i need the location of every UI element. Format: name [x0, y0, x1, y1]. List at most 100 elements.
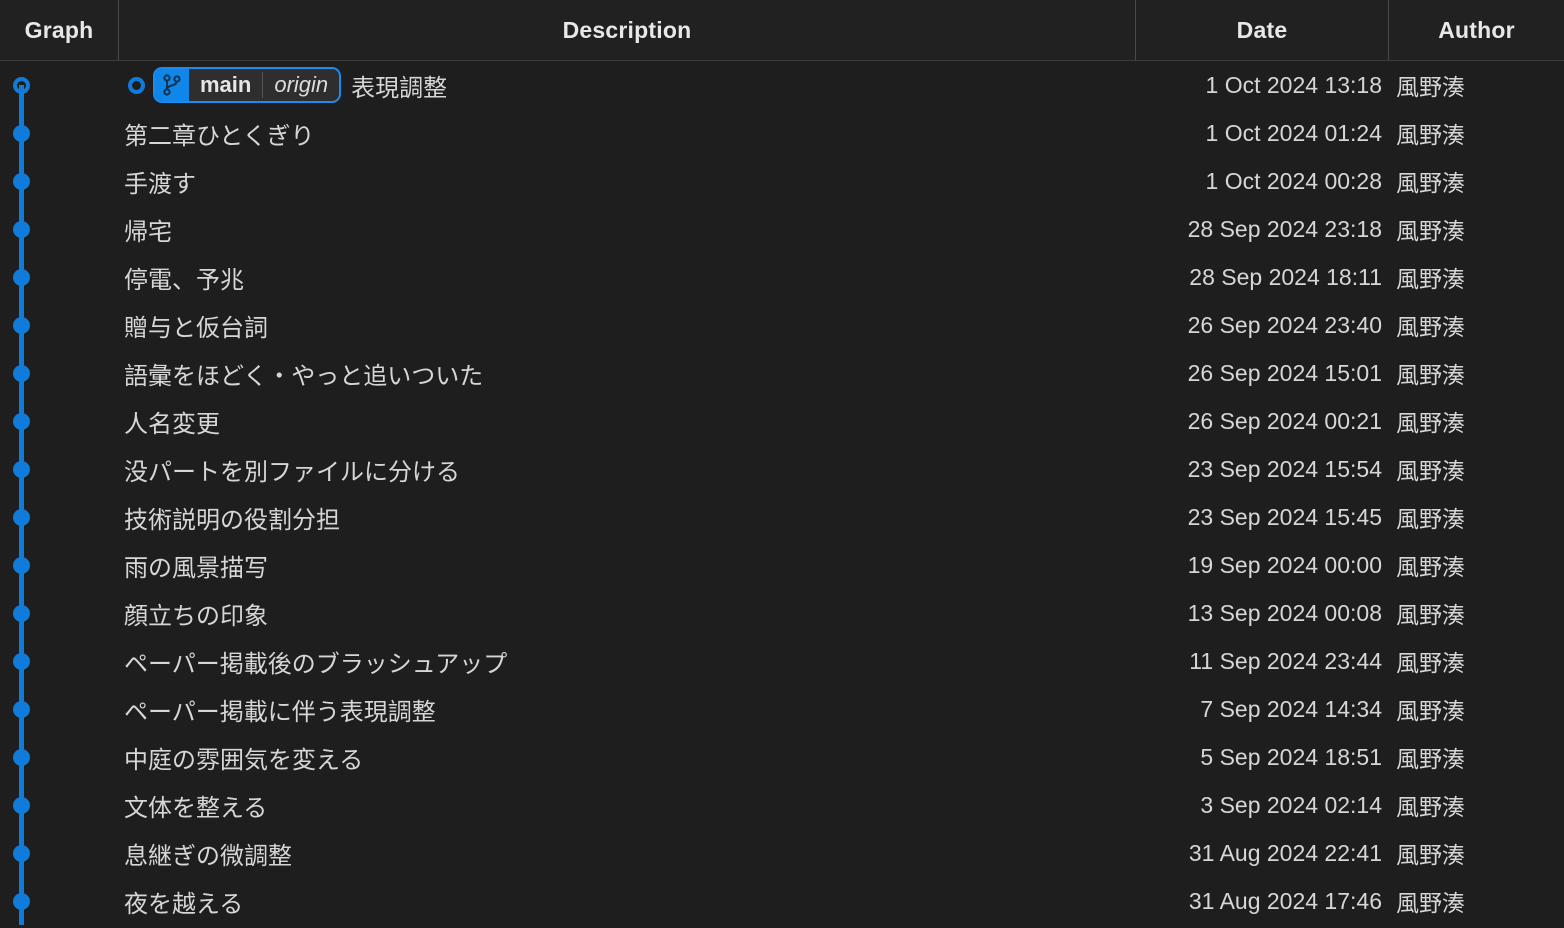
- author-cell: 風野湊: [1396, 445, 1564, 493]
- remote-name-label: origin: [274, 72, 329, 97]
- graph-node[interactable]: [13, 509, 30, 526]
- table-row[interactable]: 手渡す 1 Oct 2024 00:28 風野湊: [0, 157, 1564, 205]
- table-row[interactable]: 夜を越える 31 Aug 2024 17:46 風野湊: [0, 877, 1564, 925]
- column-header-author[interactable]: Author: [1389, 0, 1564, 60]
- description-cell[interactable]: 停電、予兆: [118, 253, 1135, 301]
- graph-node[interactable]: [13, 461, 30, 478]
- commit-date: 26 Sep 2024 15:01: [1187, 359, 1382, 386]
- column-header-description[interactable]: Description: [119, 0, 1135, 60]
- commit-author: 風野湊: [1396, 74, 1465, 100]
- table-row[interactable]: 息継ぎの微調整 31 Aug 2024 22:41 風野湊: [0, 829, 1564, 877]
- commit-date: 28 Sep 2024 18:11: [1189, 263, 1382, 290]
- commit-date: 31 Aug 2024 22:41: [1188, 839, 1382, 866]
- commit-date: 26 Sep 2024 23:40: [1187, 311, 1382, 338]
- description-cell[interactable]: 顔立ちの印象: [118, 589, 1135, 637]
- commit-author: 風野湊: [1396, 410, 1465, 436]
- graph-node[interactable]: [13, 317, 30, 334]
- commit-author: 風野湊: [1396, 650, 1465, 676]
- table-row[interactable]: 文体を整える 3 Sep 2024 02:14 風野湊: [0, 781, 1564, 829]
- table-row[interactable]: 没パートを別ファイルに分ける 23 Sep 2024 15:54 風野湊: [0, 445, 1564, 493]
- commit-message: 技術説明の役割分担: [124, 506, 340, 534]
- graph-cell: [0, 109, 118, 157]
- graph-node[interactable]: [13, 845, 30, 862]
- description-cell[interactable]: ペーパー掲載後のブラッシュアップ: [118, 637, 1135, 685]
- description-cell[interactable]: 第二章ひとくぎり: [118, 109, 1135, 157]
- table-row[interactable]: 顔立ちの印象 13 Sep 2024 00:08 風野湊: [0, 589, 1564, 637]
- graph-node[interactable]: [13, 653, 30, 670]
- description-cell[interactable]: 人名変更: [118, 397, 1135, 445]
- description-cell[interactable]: 没パートを別ファイルに分ける: [118, 445, 1135, 493]
- graph-node[interactable]: [13, 605, 30, 622]
- commit-date: 13 Sep 2024 00:08: [1187, 599, 1382, 626]
- graph-node[interactable]: [13, 269, 30, 286]
- commit-author: 風野湊: [1396, 122, 1465, 148]
- table-row[interactable]: main origin 表現調整 1 Oct 2024 13:18 風野湊: [0, 61, 1564, 109]
- description-cell[interactable]: 文体を整える: [118, 781, 1135, 829]
- graph-cell: [0, 781, 118, 829]
- table-row[interactable]: 雨の風景描写 19 Sep 2024 00:00 風野湊: [0, 541, 1564, 589]
- table-row[interactable]: 中庭の雰囲気を変える 5 Sep 2024 18:51 風野湊: [0, 733, 1564, 781]
- branch-ref-badge[interactable]: main origin: [153, 67, 342, 103]
- commit-message: 夜を越える: [124, 890, 244, 918]
- description-cell[interactable]: 中庭の雰囲気を変える: [118, 733, 1135, 781]
- table-row[interactable]: 帰宅 28 Sep 2024 23:18 風野湊: [0, 205, 1564, 253]
- date-cell: 31 Aug 2024 17:46: [1136, 877, 1382, 925]
- commit-author: 風野湊: [1396, 362, 1465, 388]
- table-row[interactable]: ペーパー掲載後のブラッシュアップ 11 Sep 2024 23:44 風野湊: [0, 637, 1564, 685]
- table-row[interactable]: 停電、予兆 28 Sep 2024 18:11 風野湊: [0, 253, 1564, 301]
- description-cell[interactable]: ペーパー掲載に伴う表現調整: [118, 685, 1135, 733]
- description-cell[interactable]: 息継ぎの微調整: [118, 829, 1135, 877]
- commit-date: 28 Sep 2024 23:18: [1187, 215, 1382, 242]
- commit-list: main origin 表現調整 1 Oct 2024 13:18 風野湊 第二章ひとくぎ…: [0, 61, 1564, 928]
- graph-node-head[interactable]: [13, 77, 30, 94]
- graph-node[interactable]: [13, 797, 30, 814]
- graph-node[interactable]: [13, 749, 30, 766]
- graph-node[interactable]: [13, 221, 30, 238]
- author-cell: 風野湊: [1396, 877, 1564, 925]
- column-divider-description-date[interactable]: [1135, 0, 1136, 60]
- date-cell: 23 Sep 2024 15:54: [1136, 445, 1382, 493]
- table-row[interactable]: 第二章ひとくぎり 1 Oct 2024 01:24 風野湊: [0, 109, 1564, 157]
- description-cell[interactable]: 夜を越える: [118, 877, 1135, 925]
- table-row[interactable]: 人名変更 26 Sep 2024 00:21 風野湊: [0, 397, 1564, 445]
- commit-date: 3 Sep 2024 02:14: [1200, 791, 1382, 818]
- description-cell[interactable]: 贈与と仮台詞: [118, 301, 1135, 349]
- commit-message: 人名変更: [124, 410, 220, 438]
- commit-message: 息継ぎの微調整: [124, 842, 292, 870]
- description-cell[interactable]: 技術説明の役割分担: [118, 493, 1135, 541]
- graph-cell: [0, 637, 118, 685]
- commit-message: 顔立ちの印象: [124, 602, 268, 630]
- description-cell[interactable]: 語彙をほどく・やっと追いついた: [118, 349, 1135, 397]
- commit-message: 第二章ひとくぎり: [124, 122, 315, 150]
- commit-message: 手渡す: [124, 170, 196, 198]
- column-header-graph[interactable]: Graph: [0, 0, 118, 60]
- commit-date: 7 Sep 2024 14:34: [1200, 695, 1382, 722]
- table-row[interactable]: ペーパー掲載に伴う表現調整 7 Sep 2024 14:34 風野湊: [0, 685, 1564, 733]
- commit-date: 11 Sep 2024 23:44: [1189, 647, 1382, 674]
- column-header-date[interactable]: Date: [1136, 0, 1388, 60]
- description-cell[interactable]: main origin 表現調整: [118, 61, 1135, 109]
- graph-node[interactable]: [13, 173, 30, 190]
- commit-message: 雨の風景描写: [124, 554, 268, 582]
- description-cell[interactable]: 帰宅: [118, 205, 1135, 253]
- graph-node[interactable]: [13, 413, 30, 430]
- graph-node[interactable]: [13, 365, 30, 382]
- table-row[interactable]: 技術説明の役割分担 23 Sep 2024 15:45 風野湊: [0, 493, 1564, 541]
- commit-date: 23 Sep 2024 15:54: [1187, 455, 1382, 482]
- table-row[interactable]: 語彙をほどく・やっと追いついた 26 Sep 2024 15:01 風野湊: [0, 349, 1564, 397]
- date-cell: 28 Sep 2024 23:18: [1136, 205, 1382, 253]
- graph-node[interactable]: [13, 125, 30, 142]
- graph-node[interactable]: [13, 893, 30, 910]
- commit-date: 31 Aug 2024 17:46: [1188, 887, 1382, 914]
- commit-author: 風野湊: [1396, 170, 1465, 196]
- column-divider-graph-description[interactable]: [118, 0, 119, 60]
- graph-node[interactable]: [13, 701, 30, 718]
- date-cell: 13 Sep 2024 00:08: [1136, 589, 1382, 637]
- description-cell[interactable]: 雨の風景描写: [118, 541, 1135, 589]
- graph-cell: [0, 253, 118, 301]
- table-row[interactable]: 贈与と仮台詞 26 Sep 2024 23:40 風野湊: [0, 301, 1564, 349]
- column-divider-date-author[interactable]: [1388, 0, 1389, 60]
- description-cell[interactable]: 手渡す: [118, 157, 1135, 205]
- date-cell: 1 Oct 2024 13:18: [1136, 61, 1382, 109]
- graph-node[interactable]: [13, 557, 30, 574]
